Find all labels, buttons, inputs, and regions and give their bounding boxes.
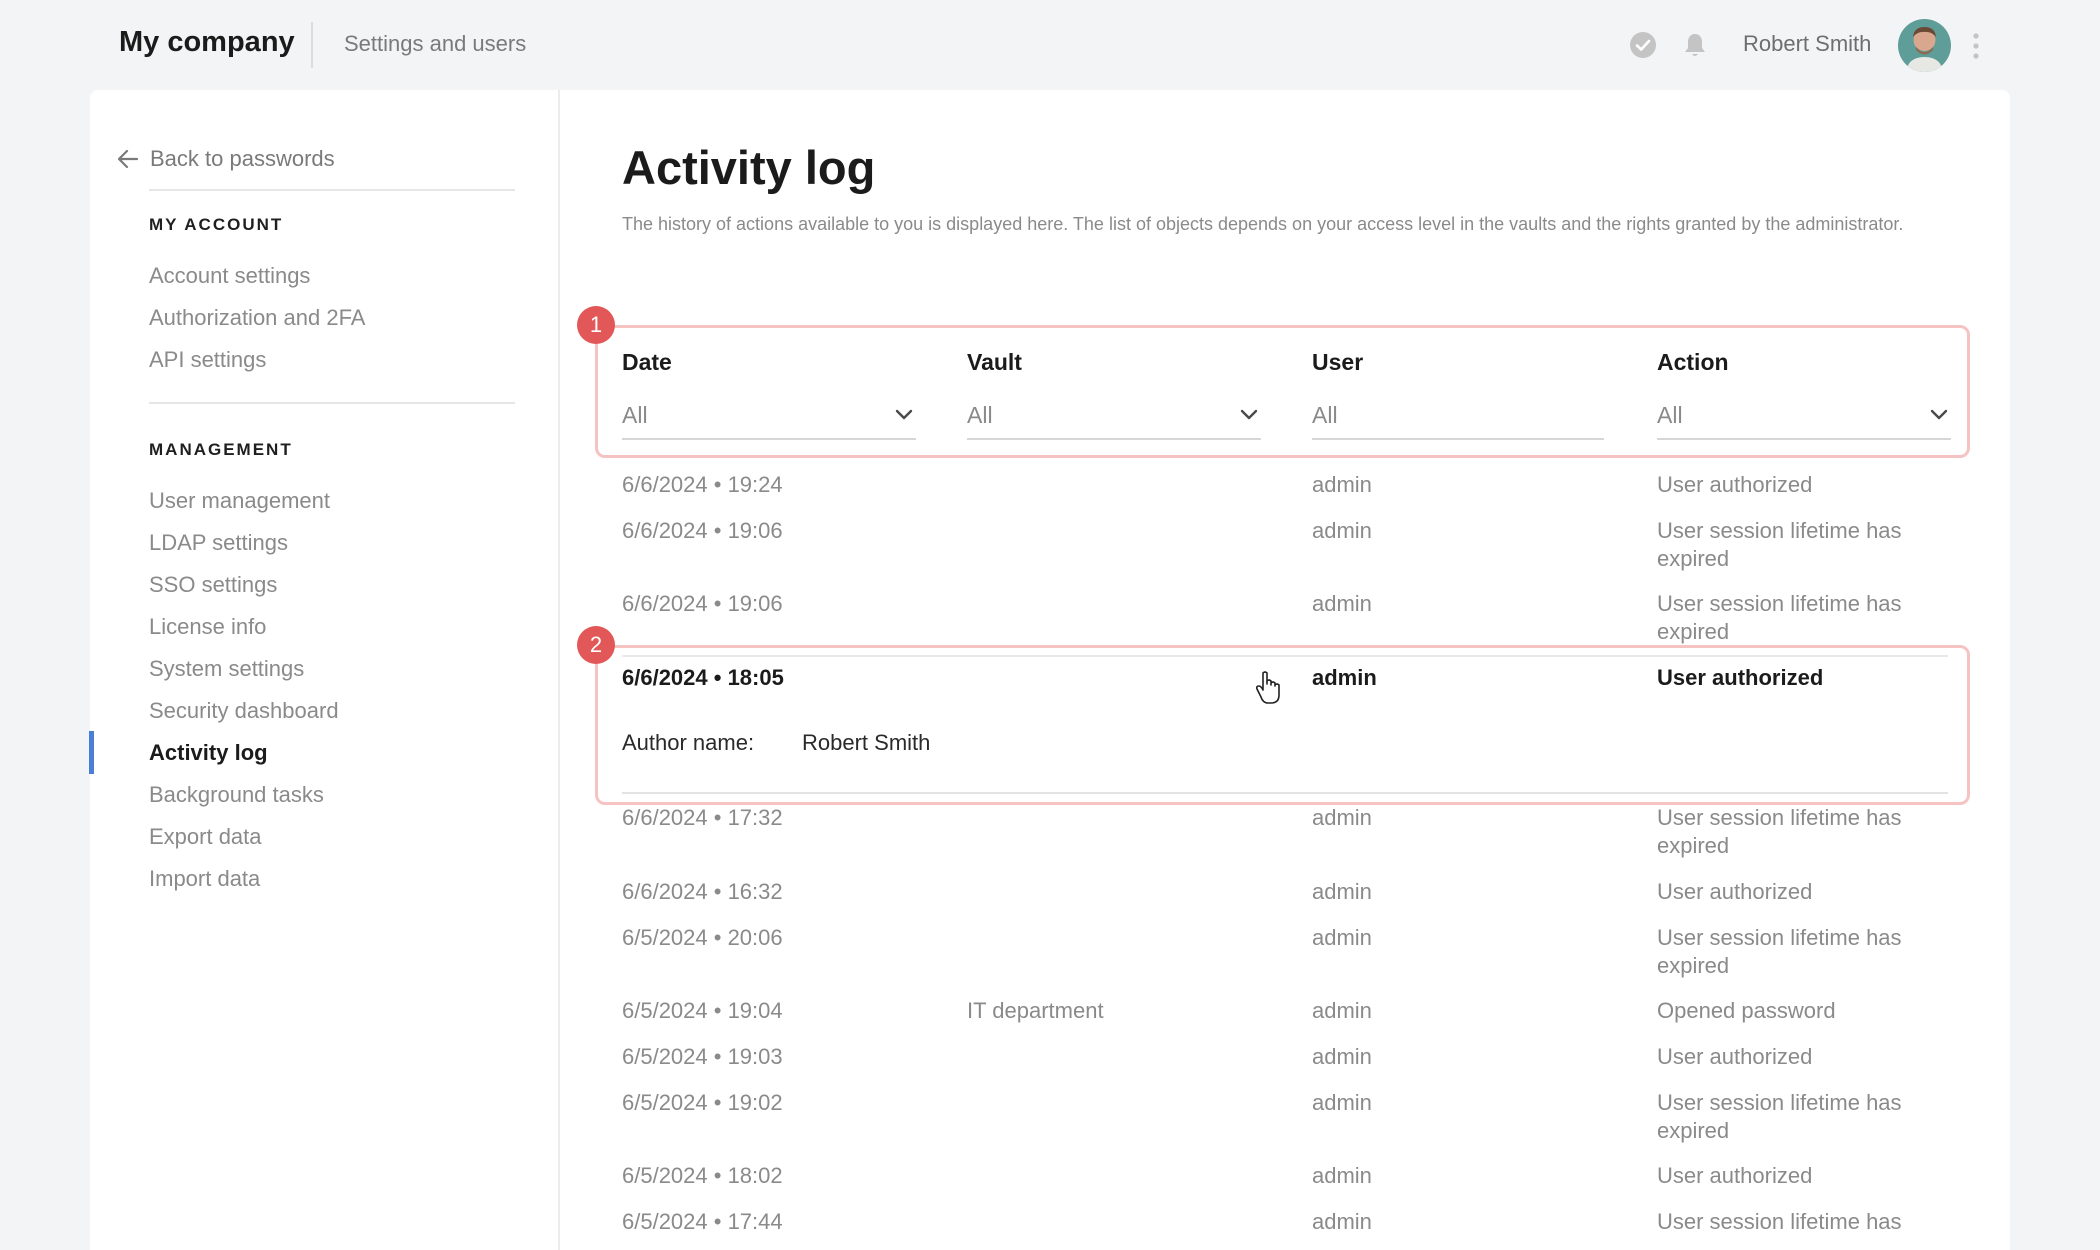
callout-badge: 1 xyxy=(577,306,615,344)
row-date[interactable]: 6/6/2024 • 19:06 xyxy=(622,590,783,618)
row-action-cont: expired xyxy=(1657,1118,1730,1143)
chevron-down-icon xyxy=(1930,409,1948,420)
vault-filter-select[interactable]: All xyxy=(967,398,1261,440)
sidebar-item-license-info[interactable]: License info xyxy=(149,614,266,640)
expanded-row-date[interactable]: 6/6/2024 • 18:05 xyxy=(622,664,784,692)
author-name-value: Robert Smith xyxy=(802,730,931,755)
back-to-passwords-link[interactable]: Back to passwords xyxy=(116,146,335,172)
row-action-cont: expired xyxy=(1657,833,1730,858)
row-action-cont: expired xyxy=(1657,546,1730,571)
vault-filter-value: All xyxy=(967,402,993,428)
filter-label-vault: Vault xyxy=(967,349,1022,375)
action-filter-value: All xyxy=(1657,402,1683,428)
chevron-down-icon xyxy=(1240,409,1258,420)
filter-label-action: Action xyxy=(1657,349,1729,375)
active-indicator xyxy=(89,731,94,774)
arrow-left-icon xyxy=(117,149,139,169)
row-action: User session lifetime has xyxy=(1657,518,1902,543)
row-user: admin xyxy=(1312,1090,1372,1115)
row-date[interactable]: 6/5/2024 • 18:02 xyxy=(622,1162,783,1190)
back-label: Back to passwords xyxy=(150,146,335,171)
row-action: User session lifetime has xyxy=(1657,1209,1902,1234)
row-action: User session lifetime has xyxy=(1657,1090,1902,1115)
row-date[interactable]: 6/6/2024 • 19:24 xyxy=(622,471,783,499)
row-user: admin xyxy=(1312,925,1372,950)
sidebar-item-account-settings[interactable]: Account settings xyxy=(149,263,310,289)
sidebar-item-user-management[interactable]: User management xyxy=(149,488,330,514)
sidebar-item-api-settings[interactable]: API settings xyxy=(149,347,266,373)
row-user: admin xyxy=(1312,591,1372,616)
hand-cursor-icon xyxy=(1255,671,1280,704)
row-date[interactable]: 6/6/2024 • 16:32 xyxy=(622,878,783,906)
row-action: User authorized xyxy=(1657,879,1813,904)
author-name-label: Author name: xyxy=(622,730,755,755)
breadcrumb: Settings and users xyxy=(344,31,527,56)
row-action: User session lifetime has xyxy=(1657,925,1902,950)
sidebar-item-activity-log[interactable]: Activity log xyxy=(149,740,268,766)
sidebar-item-security-dashboard[interactable]: Security dashboard xyxy=(149,698,339,724)
divider xyxy=(149,189,515,191)
row-user: admin xyxy=(1312,998,1372,1023)
row-date[interactable]: 6/5/2024 • 20:06 xyxy=(622,924,783,952)
row-date[interactable]: 6/5/2024 • 19:04 xyxy=(622,997,783,1025)
row-date[interactable]: 6/5/2024 • 17:44 xyxy=(622,1208,783,1236)
row-action: User authorized xyxy=(1657,1163,1813,1188)
row-action: User session lifetime has xyxy=(1657,805,1902,830)
sidebar-item-background-tasks[interactable]: Background tasks xyxy=(149,782,324,808)
row-date[interactable]: 6/5/2024 • 19:03 xyxy=(622,1043,783,1071)
row-user: admin xyxy=(1312,805,1372,830)
user-name[interactable]: Robert Smith xyxy=(1743,31,1871,57)
sidebar-item-system-settings[interactable]: System settings xyxy=(149,656,304,682)
row-action: User session lifetime has xyxy=(1657,591,1902,616)
sidebar-item-export-data[interactable]: Export data xyxy=(149,824,262,850)
section-title-management: MANAGEMENT xyxy=(149,440,293,459)
check-circle-icon[interactable] xyxy=(1628,30,1658,60)
sidebar-item-authorization-2fa[interactable]: Authorization and 2FA xyxy=(149,305,365,331)
row-user: admin xyxy=(1312,518,1372,543)
sidebar-item-ldap-settings[interactable]: LDAP settings xyxy=(149,530,288,556)
action-filter-select[interactable]: All xyxy=(1657,398,1951,440)
divider xyxy=(149,402,515,404)
company-name[interactable]: My company xyxy=(119,26,295,59)
top-bar: My company Settings and users Robert Smi… xyxy=(0,0,2100,90)
callout-badge: 2 xyxy=(577,626,615,664)
row-action: Opened password xyxy=(1657,998,1836,1023)
divider xyxy=(622,792,1948,794)
avatar[interactable] xyxy=(1898,19,1951,72)
row-action: User authorized xyxy=(1657,472,1813,497)
divider xyxy=(622,655,1948,657)
user-filter-value: All xyxy=(1312,402,1338,428)
filter-label-date: Date xyxy=(622,349,672,375)
date-filter-value: All xyxy=(622,402,648,428)
page-title: Activity log xyxy=(622,141,876,194)
row-user: admin xyxy=(1312,1209,1372,1234)
expanded-row-user: admin xyxy=(1312,665,1377,690)
row-action-cont: expired xyxy=(1657,953,1730,978)
row-user: admin xyxy=(1312,1163,1372,1188)
sidebar-item-import-data[interactable]: Import data xyxy=(149,866,260,892)
expanded-row-action: User authorized xyxy=(1657,665,1824,690)
row-action: User authorized xyxy=(1657,1044,1813,1069)
row-user: admin xyxy=(1312,879,1372,904)
filter-label-user: User xyxy=(1312,349,1364,375)
section-title-my-account: MY ACCOUNT xyxy=(149,215,284,234)
page-description: The history of actions available to you … xyxy=(622,214,1904,234)
header-divider xyxy=(311,22,313,68)
user-filter-input[interactable]: All xyxy=(1312,398,1604,440)
row-date[interactable]: 6/6/2024 • 19:06 xyxy=(622,517,783,545)
date-filter-select[interactable]: All xyxy=(622,398,916,440)
chevron-down-icon xyxy=(895,409,913,420)
row-vault[interactable]: IT department xyxy=(967,997,1104,1025)
bell-icon[interactable] xyxy=(1680,30,1710,60)
sidebar-item-sso-settings[interactable]: SSO settings xyxy=(149,572,277,598)
row-user: admin xyxy=(1312,1044,1372,1069)
row-user: admin xyxy=(1312,472,1372,497)
more-vertical-icon[interactable] xyxy=(1968,31,1984,61)
row-date[interactable]: 6/5/2024 • 19:02 xyxy=(622,1089,783,1117)
row-action-cont: expired xyxy=(1657,619,1730,644)
row-date[interactable]: 6/6/2024 • 17:32 xyxy=(622,804,783,832)
